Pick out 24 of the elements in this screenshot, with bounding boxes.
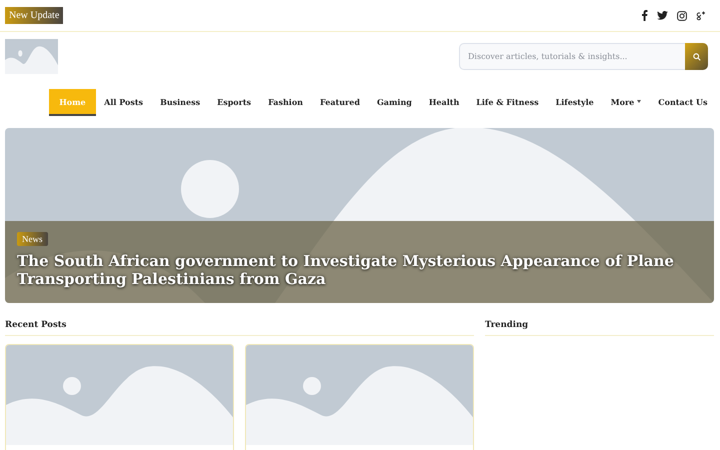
- headline[interactable]: The South African government to Investigate Mysterious Appearance of Plane Transporting Palestinians from Gaza: [17, 252, 702, 288]
- facebook-icon[interactable]: [641, 10, 648, 21]
- section-heading: Trending: [485, 317, 714, 336]
- new-update-badge: New Update: [5, 7, 64, 24]
- search-icon: [692, 52, 700, 60]
- nav-link[interactable]: Health: [420, 89, 468, 116]
- nav-link[interactable]: Gaming: [368, 89, 420, 116]
- nav-link[interactable]: Esports: [208, 89, 260, 116]
- nav-link[interactable]: Fashion: [260, 89, 312, 116]
- nav-link[interactable]: Life & Fitness: [468, 89, 548, 116]
- instagram-icon[interactable]: [677, 10, 687, 20]
- section-heading: Recent Posts: [5, 317, 474, 336]
- caret-icon: [637, 100, 642, 103]
- search-field[interactable]: Discover articles, tutorials & insights...: [459, 43, 685, 70]
- nav-link[interactable]: Featured: [312, 89, 368, 116]
- nav-link[interactable]: Contact Us: [650, 89, 716, 116]
- nav-link[interactable]: More: [602, 89, 650, 116]
- category-tag[interactable]: News: [17, 232, 48, 246]
- nav-link[interactable]: Business: [152, 89, 209, 116]
- search-button[interactable]: [685, 43, 708, 70]
- google-plus-icon[interactable]: [696, 10, 706, 20]
- twitter-icon[interactable]: [657, 11, 668, 20]
- nav-link[interactable]: All Posts: [96, 89, 152, 116]
- nav-link[interactable]: Lifestyle: [547, 89, 602, 116]
